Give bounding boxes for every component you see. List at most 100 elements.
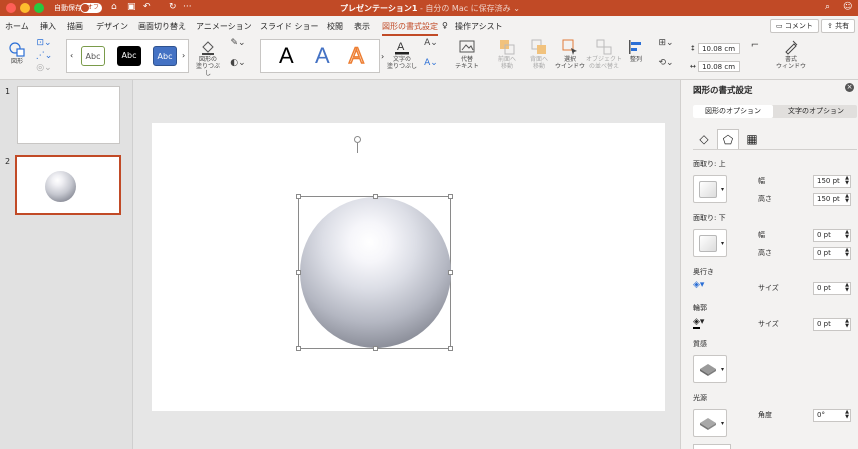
arrange-objects-button[interactable]: オブジェクト の並べ替え <box>586 39 622 70</box>
depth-size-field[interactable]: 0 pt ▲ ▼ <box>813 282 851 295</box>
crop-icon[interactable]: ⌐ <box>750 41 760 51</box>
wordart-next-icon[interactable]: › <box>381 52 384 61</box>
tab-design[interactable]: デザイン <box>96 21 128 32</box>
depth-color-picker[interactable]: ◈▾ <box>693 280 715 294</box>
contour-color-picker[interactable]: ◈▾ <box>693 317 715 331</box>
effects-pentagon-icon[interactable]: ⬠ <box>717 129 739 149</box>
rotate-handle[interactable] <box>354 136 361 143</box>
tab-insert[interactable]: 挿入 <box>40 21 56 32</box>
tab-animations[interactable]: アニメーション <box>196 21 252 32</box>
style-preset-3[interactable]: Abc <box>153 46 177 66</box>
tab-shape-format[interactable]: 図形の書式設定 <box>382 21 438 36</box>
stepper-icon[interactable]: ▲ ▼ <box>845 248 849 258</box>
stepper-icon[interactable]: ▲ ▼ <box>845 176 849 186</box>
reset-button-partial[interactable] <box>693 444 731 449</box>
bevel-bottom-height-field[interactable]: 0 pt ▲ ▼ <box>813 247 851 260</box>
resize-handle[interactable] <box>448 346 453 351</box>
style-preset-1[interactable]: Abc <box>81 46 105 66</box>
group-icon[interactable]: ⊞⌄ <box>655 39 677 48</box>
stepper-icon[interactable]: ▲ ▼ <box>845 230 849 240</box>
edit-shape-icon[interactable]: ⋰⌄ <box>34 52 54 61</box>
stepper-icon[interactable]: ▲ ▼ <box>845 283 849 293</box>
tab-slideshow[interactable]: スライド ショー <box>260 21 319 32</box>
resize-handle[interactable] <box>296 270 301 275</box>
tab-view[interactable]: 表示 <box>354 21 370 32</box>
tab-review[interactable]: 校閲 <box>327 21 343 32</box>
gallery-next-icon[interactable]: › <box>182 51 185 60</box>
text-effects-icon[interactable]: A⌄ <box>421 59 441 68</box>
bevel-top-height-field[interactable]: 150 pt ▲ ▼ <box>813 193 851 206</box>
resize-handle[interactable] <box>373 194 378 199</box>
chevron-down-icon: ▾ <box>720 186 724 193</box>
bevel-bottom-picker[interactable]: ▾ <box>693 229 727 257</box>
shape-height-field[interactable]: ↕ 10.08 cm <box>690 43 741 54</box>
selection-pane-button[interactable]: 選択 ウインドウ <box>554 39 586 70</box>
undo-icon[interactable]: ↶ <box>143 2 151 12</box>
resize-handle[interactable] <box>448 194 453 199</box>
text-fill-button[interactable]: A 文字の 塗りつぶし <box>386 39 418 70</box>
bring-forward-button[interactable]: 前面へ 移動 <box>492 39 522 70</box>
align-button[interactable]: 整列 <box>625 39 647 63</box>
close-window-button[interactable] <box>6 3 16 13</box>
autosave-toggle[interactable]: オフ <box>80 3 102 13</box>
sphere-shape[interactable] <box>300 197 451 348</box>
resize-handle[interactable] <box>373 346 378 351</box>
account-icon[interactable]: ☺ <box>843 2 852 12</box>
search-icon[interactable]: ⌕ <box>825 2 830 12</box>
contour-size-field[interactable]: 0 pt ▲ ▼ <box>813 318 851 331</box>
resize-handle[interactable] <box>448 270 453 275</box>
material-picker[interactable]: ▾ <box>693 355 727 383</box>
minimize-window-button[interactable] <box>20 3 30 13</box>
wordart-preset-1[interactable]: A <box>279 42 294 70</box>
save-icon[interactable]: ▣ <box>127 2 136 12</box>
comment-button[interactable]: ▭ コメント <box>770 19 819 33</box>
send-backward-button[interactable]: 背面へ 移動 <box>524 39 554 70</box>
shape-width-field[interactable]: ↔ 10.08 cm <box>690 61 741 72</box>
alt-text-button[interactable]: 代替 テキスト <box>452 39 482 70</box>
merge-shapes-icon[interactable]: ◎⌄ <box>34 64 54 73</box>
style-preset-2[interactable]: Abc <box>117 46 141 66</box>
tab-draw[interactable]: 描画 <box>67 21 83 32</box>
wordart-preset-2[interactable]: A <box>315 42 330 70</box>
tab-home[interactable]: ホーム <box>5 21 29 32</box>
bevel-bottom-width-field[interactable]: 0 pt ▲ ▼ <box>813 229 851 242</box>
lighting-picker[interactable]: ▾ <box>693 409 727 437</box>
more-icon[interactable]: ··· <box>183 2 192 12</box>
share-button[interactable]: ⇪ 共有 <box>821 19 856 33</box>
lighting-angle-field[interactable]: 0° ▲ ▼ <box>813 409 851 422</box>
stepper-icon[interactable]: ▲ ▼ <box>845 410 849 420</box>
slide-thumbnail-2[interactable] <box>15 155 121 215</box>
width-icon: ↔ <box>690 62 699 71</box>
rotate-icon[interactable]: ⟲⌄ <box>655 59 677 68</box>
insert-shapes-button[interactable]: 図形 <box>4 41 30 65</box>
stepper-icon[interactable]: ▲ ▼ <box>845 319 849 329</box>
bevel-top-picker[interactable]: ▾ <box>693 175 727 203</box>
zoom-window-button[interactable] <box>34 3 44 13</box>
shape-fill-button[interactable]: 図形の 塗りつぶし <box>193 39 223 77</box>
shape-effects-icon[interactable]: ◐⌄ <box>227 59 249 68</box>
shape-selection[interactable] <box>296 194 453 351</box>
resize-handle[interactable] <box>296 346 301 351</box>
home-icon[interactable]: ⌂ <box>111 2 117 12</box>
comment-icon: ▭ <box>776 22 785 30</box>
tab-tell-me[interactable]: 操作アシスト <box>455 21 503 32</box>
format-pane-button[interactable]: 書式 ウィンドウ <box>773 39 809 70</box>
bevel-top-label: 面取り: 上 <box>693 160 726 168</box>
tab-text-options[interactable]: 文字のオプション <box>775 105 857 118</box>
resize-handle[interactable] <box>296 194 301 199</box>
size-properties-icon[interactable]: ▦ <box>741 129 763 149</box>
text-box-icon[interactable]: ⊡⌄ <box>34 39 54 48</box>
tab-transitions[interactable]: 画面切り替え <box>138 21 186 32</box>
redo-icon[interactable]: ↻ <box>169 2 177 12</box>
close-icon[interactable]: × <box>845 83 854 92</box>
slide-thumbnail-1[interactable] <box>17 86 120 144</box>
lighting-icon <box>700 418 716 430</box>
fill-line-icon[interactable]: ◇ <box>693 129 715 149</box>
wordart-preset-3[interactable]: A <box>348 42 364 70</box>
shape-outline-icon[interactable]: ✎⌄ <box>227 39 249 48</box>
stepper-icon[interactable]: ▲ ▼ <box>845 194 849 204</box>
bevel-top-width-field[interactable]: 150 pt ▲ ▼ <box>813 175 851 188</box>
tab-shape-options[interactable]: 図形のオプション <box>693 105 773 118</box>
gallery-prev-icon[interactable]: ‹ <box>70 51 73 60</box>
text-outline-icon[interactable]: A⌄ <box>421 39 441 48</box>
